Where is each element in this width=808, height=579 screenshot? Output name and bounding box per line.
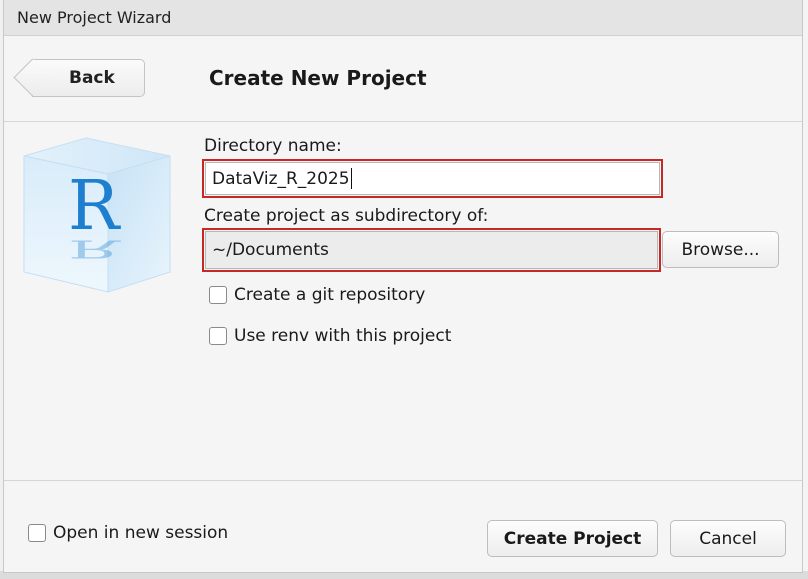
- new-session-checkbox-box[interactable]: [28, 524, 46, 542]
- wizard-header: Back Create New Project: [4, 36, 802, 122]
- text-caret: [350, 168, 352, 189]
- cancel-label: Cancel: [699, 528, 757, 549]
- git-repo-checkbox[interactable]: Create a git repository: [209, 285, 425, 305]
- new-session-label: Open in new session: [53, 523, 229, 543]
- back-button-label: Back: [69, 68, 115, 88]
- renv-checkbox[interactable]: Use renv with this project: [209, 326, 451, 346]
- page-title: Create New Project: [209, 66, 427, 90]
- window-title: New Project Wizard: [17, 8, 172, 27]
- renv-label: Use renv with this project: [234, 326, 452, 346]
- browse-button-label: Browse...: [681, 239, 760, 260]
- browse-button[interactable]: Browse...: [662, 231, 779, 268]
- subdirectory-label: Create project as subdirectory of:: [204, 206, 489, 226]
- subdirectory-input[interactable]: ~/Documents: [205, 231, 658, 269]
- directory-name-input[interactable]: DataViz_R_2025: [205, 162, 660, 195]
- title-bar: New Project Wizard: [4, 0, 802, 36]
- new-session-checkbox[interactable]: Open in new session: [28, 523, 228, 543]
- svg-text:R: R: [68, 167, 121, 246]
- background-app-right: [801, 0, 808, 579]
- cancel-button[interactable]: Cancel: [670, 520, 786, 557]
- subdirectory-value: ~/Documents: [212, 240, 329, 260]
- git-repo-checkbox-box[interactable]: [209, 286, 227, 304]
- directory-name-value: DataViz_R_2025: [212, 168, 350, 189]
- new-project-dialog: New Project Wizard Back Create New Proje…: [4, 0, 802, 572]
- back-button[interactable]: Back: [32, 59, 145, 97]
- footer-divider: [4, 480, 802, 481]
- git-repo-label: Create a git repository: [234, 285, 426, 305]
- directory-name-label: Directory name:: [204, 136, 342, 156]
- background-app-bottom: [0, 571, 808, 579]
- renv-checkbox-box[interactable]: [209, 327, 227, 345]
- create-project-label: Create Project: [503, 528, 642, 549]
- r-logo-icon: R R: [23, 137, 171, 293]
- svg-text:R: R: [68, 234, 121, 262]
- create-project-button[interactable]: Create Project: [487, 520, 658, 557]
